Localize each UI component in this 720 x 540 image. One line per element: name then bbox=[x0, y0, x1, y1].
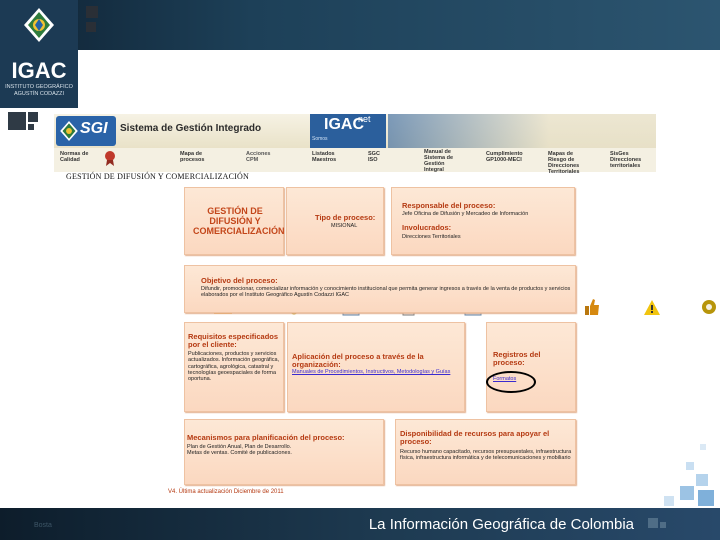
resources-box: Disponibilidad de recursos para apoyar e… bbox=[395, 419, 576, 485]
sgi-header: SGI Sistema de Gestión Integrado IGAC ne… bbox=[54, 114, 656, 149]
responsible-box: Responsable del proceso: Jefe Oficina de… bbox=[391, 187, 575, 255]
toolbar-item-cumplimiento[interactable]: Cumplimiento GP1000-MECI bbox=[486, 148, 540, 172]
decor-square bbox=[86, 22, 96, 32]
decor-pixel bbox=[680, 486, 694, 500]
toolbar-label: Normas de Calidad bbox=[60, 151, 89, 163]
objective-title: Objetivo del proceso: bbox=[201, 276, 278, 285]
toolbar-label: Cumplimiento GP1000-MECI bbox=[486, 151, 523, 163]
records-title: Registros del proceso: bbox=[493, 350, 541, 367]
involved-value: Direcciones Territoriales bbox=[402, 234, 461, 240]
last-update-note: V4. Última actualización Diciembre de 20… bbox=[168, 489, 284, 495]
top-banner bbox=[0, 0, 720, 50]
resources-value: Recurso humano capacitado, recursos pres… bbox=[400, 449, 572, 462]
sgi-badge[interactable]: SGI bbox=[56, 116, 116, 146]
thumbs-up-icon bbox=[585, 299, 599, 315]
logo-subtitle-line: AGUSTÍN CODAZZI bbox=[13, 91, 65, 97]
toolbar-item-normas[interactable]: Normas de Calidad bbox=[58, 148, 120, 172]
toolbar-item-listados[interactable]: Listados Maestros bbox=[310, 148, 366, 172]
igac-logo: IGAC INSTITUTO GEOGRÁFICO AGUSTÍN CODAZZ… bbox=[0, 0, 78, 108]
sgi-badge-text: SGI bbox=[80, 120, 108, 137]
decor-square bbox=[28, 112, 38, 122]
process-type-value: MISIONAL bbox=[331, 223, 358, 229]
toolbar-label: Acciones CPM bbox=[246, 151, 271, 163]
toolbar-item-sisges[interactable]: SisGes Direcciones territoriales bbox=[610, 148, 660, 172]
toolbar-label: Manual de Sistema de Gestión Integral bbox=[424, 149, 454, 173]
objective-value: Difundir, promocionar, comercializar inf… bbox=[201, 286, 571, 299]
requirements-value: Publicaciones, productos y servicios act… bbox=[188, 351, 280, 383]
process-type-title: Tipo de proceso: bbox=[315, 213, 376, 222]
decor-pixel bbox=[698, 490, 714, 506]
gear-icon bbox=[702, 300, 716, 314]
toolbar-item-mapa[interactable]: Mapa de procesos bbox=[122, 148, 204, 172]
process-name: GESTIÓN DE DIFUSIÓN Y COMERCIALIZACIÓN bbox=[193, 206, 285, 236]
sgi-toolbar: Normas de Calidad Mapa de procesos Accio… bbox=[54, 148, 716, 316]
planning-value: Plan de Gestión Anual, Plan de Desarroll… bbox=[187, 444, 292, 457]
highlight-ellipse bbox=[486, 371, 536, 393]
resources-title: Disponibilidad de recursos para apoyar e… bbox=[400, 429, 550, 446]
application-title: Aplicación del proceso a través de la or… bbox=[292, 352, 424, 369]
toolbar-item-acciones[interactable]: Acciones CPM bbox=[244, 148, 300, 172]
decor-pixel bbox=[696, 474, 708, 486]
igac-emblem-icon bbox=[24, 8, 54, 42]
responsible-value: Jefe Oficina de Difusión y Mercadeo de I… bbox=[402, 211, 529, 217]
sgi-title: Sistema de Gestión Integrado bbox=[120, 123, 262, 134]
toolbar-item-manual[interactable]: Manual de Sistema de Gestión Integral bbox=[424, 148, 486, 173]
footer-left-text: Bosta bbox=[34, 522, 52, 529]
logo-text: IGAC bbox=[11, 58, 67, 83]
responsible-title: Responsable del proceso: bbox=[402, 201, 496, 210]
toolbar-item-mapas-riesgo[interactable]: Mapas de Riesgo de Direcciones Territori… bbox=[548, 148, 608, 175]
application-link[interactable]: Manuales de Procedimientos, Instructivos… bbox=[292, 369, 450, 375]
igacnet-sub: Somos bbox=[312, 136, 328, 142]
toolbar-label: Listados Maestros bbox=[312, 151, 337, 163]
application-link-wrap: Manuales de Procedimientos, Instructivos… bbox=[292, 369, 466, 375]
decor-square bbox=[8, 112, 26, 130]
objective-box: Objetivo del proceso: Difundir, promocio… bbox=[184, 265, 576, 313]
planning-box: Mecanismos para planificación del proces… bbox=[184, 419, 384, 485]
decor-pixel bbox=[686, 462, 694, 470]
toolbar-label: Mapas de Riesgo de Direcciones Territori… bbox=[548, 151, 580, 175]
decor-pixel bbox=[648, 518, 658, 528]
planning-title: Mecanismos para planificación del proces… bbox=[187, 433, 345, 442]
page-title: GESTIÓN DE DIFUSIÓN Y COMERCIALIZACIÓN bbox=[66, 172, 249, 181]
decor-square bbox=[28, 124, 34, 130]
logo-subtitle-line: INSTITUTO GEOGRÁFICO bbox=[5, 84, 73, 90]
warning-icon bbox=[644, 300, 660, 315]
process-name-box: GESTIÓN DE DIFUSIÓN Y COMERCIALIZACIÓN bbox=[184, 187, 285, 255]
footer-title: La Información Geográfica de Colombia bbox=[368, 516, 634, 533]
decor-pixel bbox=[664, 496, 674, 506]
decor-pixel bbox=[660, 522, 666, 528]
logo-subtitle: INSTITUTO GEOGRÁFICO AGUSTÍN CODAZZI bbox=[0, 84, 78, 98]
decor-pixel bbox=[700, 444, 706, 450]
application-box: Aplicación del proceso a través de la or… bbox=[287, 322, 465, 412]
header-gradient bbox=[388, 114, 656, 148]
igac-emblem-icon bbox=[60, 121, 78, 141]
footer-bar: Bosta La Información Geográfica de Colom… bbox=[0, 508, 720, 540]
medal-icon bbox=[105, 151, 115, 166]
involved-title: Involucrados: bbox=[402, 223, 452, 232]
decor-square bbox=[86, 6, 98, 18]
toolbar-label: SisGes Direcciones territoriales bbox=[610, 151, 642, 169]
records-box: Registros del proceso: Formatos bbox=[486, 322, 576, 412]
igacnet-suffix: net bbox=[358, 114, 371, 124]
toolbar-label: SGC ISO bbox=[368, 151, 380, 163]
process-type-box: Tipo de proceso: MISIONAL bbox=[286, 187, 384, 255]
requirements-title: Requisitos especificados por el cliente: bbox=[188, 332, 279, 349]
toolbar-label: Mapa de procesos bbox=[180, 151, 205, 163]
toolbar-item-sgc-iso[interactable]: SGC ISO bbox=[368, 148, 418, 172]
requirements-box: Requisitos especificados por el cliente:… bbox=[184, 322, 284, 412]
